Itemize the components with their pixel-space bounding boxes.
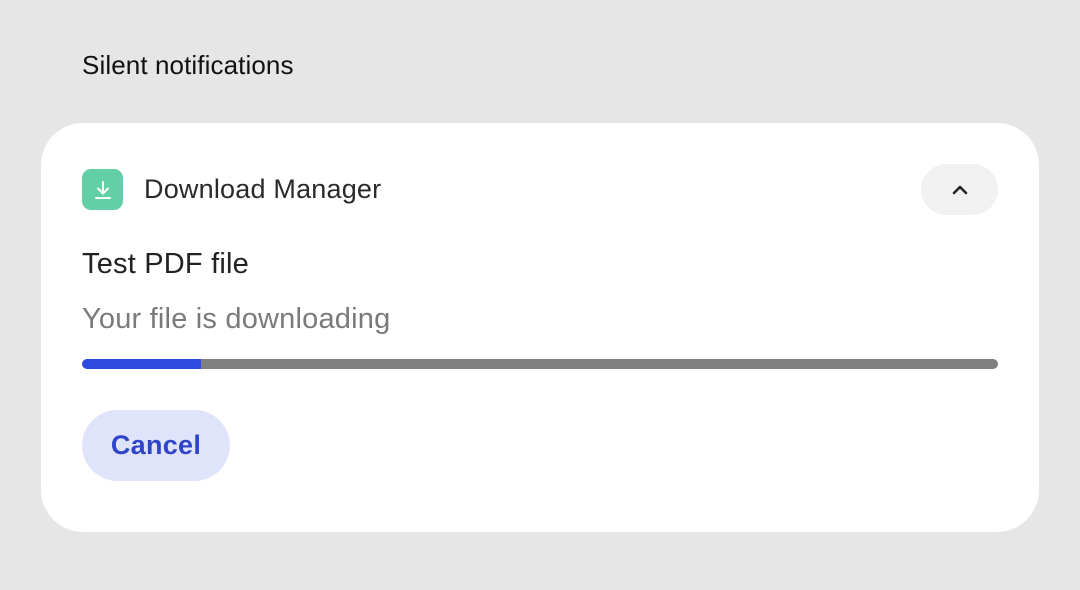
app-name: Download Manager: [144, 174, 382, 204]
download-progress-fill: [82, 359, 202, 369]
chevron-up-icon: [952, 185, 967, 194]
cancel-button[interactable]: Cancel: [82, 410, 230, 481]
app-header: Download Manager: [82, 169, 381, 210]
download-progress-bar: [82, 359, 998, 369]
notification-card[interactable]: Download Manager Test PDF file Your file…: [41, 123, 1039, 532]
notification-title: Test PDF file: [82, 248, 249, 280]
section-title: Silent notifications: [82, 50, 294, 80]
collapse-button[interactable]: [921, 164, 998, 215]
download-icon: [82, 169, 123, 210]
notification-text: Your file is downloading: [82, 303, 391, 335]
